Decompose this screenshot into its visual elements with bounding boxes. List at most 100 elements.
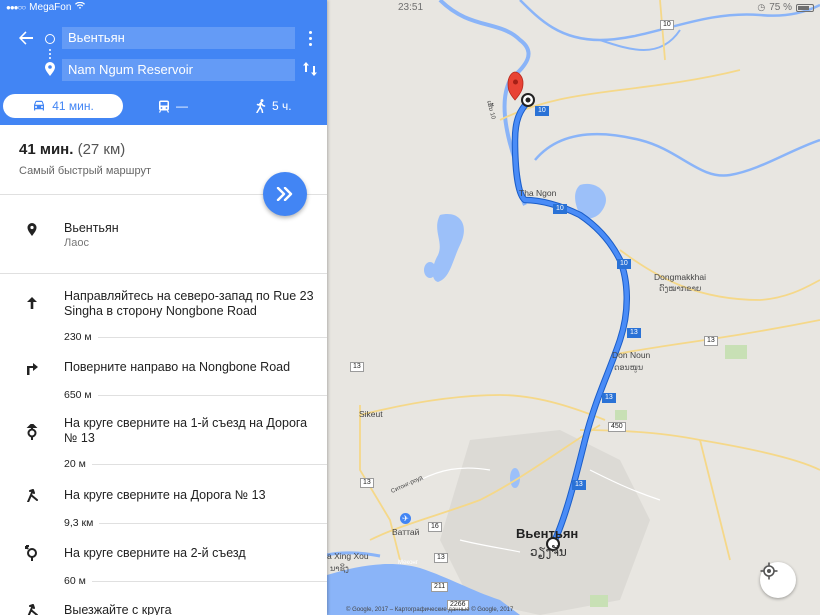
roundabout-icon <box>24 487 40 503</box>
carrier-info: ●●●○○ MegaFon <box>6 1 86 13</box>
alarm-icon: ◷ <box>757 2 766 12</box>
car-icon <box>34 100 45 111</box>
my-location-icon <box>760 562 778 580</box>
route-shield-10: 10 <box>553 204 567 214</box>
route-shield-13: 13 <box>360 478 374 488</box>
route-distance: (27 км) <box>77 141 126 158</box>
status-time: 23:51 <box>398 2 424 13</box>
park-area <box>590 595 608 607</box>
step-item[interactable]: Выезжайте с круга <box>0 602 327 615</box>
map-label-don-noun-lao: ດອນໜູນ <box>614 363 644 372</box>
route-shield-450: 450 <box>608 422 626 432</box>
back-arrow-icon <box>19 31 33 45</box>
map-attribution: © Google, 2017 – Картографические данные… <box>346 607 514 613</box>
step-text: На круге сверните на 1-й съезд на Дорога… <box>64 416 308 445</box>
map-label-vientiane: Вьентьян <box>516 526 579 541</box>
step-item[interactable]: На круге сверните на 1-й съезд на Дорога… <box>0 416 327 474</box>
pond-water <box>424 262 436 278</box>
step-distance-row: 230 м <box>64 331 327 345</box>
step-subtext: Лаос <box>64 237 89 249</box>
step-text: На круге сверните на 2-й съезд <box>64 546 246 560</box>
route-shield-10: 10 <box>660 20 674 30</box>
origin-input[interactable]: Вьентьян <box>62 27 295 49</box>
roundabout-second-exit-icon <box>24 545 40 561</box>
double-chevron-right-icon <box>276 187 293 201</box>
back-button[interactable] <box>18 30 40 48</box>
swap-icon <box>303 62 317 76</box>
carrier-name: MegaFon <box>29 2 72 13</box>
step-distance-row: 20 м <box>64 458 327 472</box>
route-shield-13: 13 <box>350 362 364 372</box>
step-item[interactable]: Поверните направо на Nongbone Road 650 м <box>0 358 327 408</box>
roundabout-exit-icon <box>24 602 40 615</box>
tab-walking[interactable]: 5 ч. <box>256 94 292 118</box>
route-shield-10: 10 <box>535 106 549 116</box>
tab-transit[interactable]: — <box>158 94 188 118</box>
map-label-dongmakkhai-lao: ດົງໝາກຂາຍ <box>659 284 702 293</box>
destination-pin-icon <box>44 62 56 81</box>
step-item[interactable]: На круге сверните на 2-й съезд 60 м <box>0 545 327 595</box>
arrow-up-icon <box>24 295 40 311</box>
route-shield-13: 13 <box>434 553 448 563</box>
turn-right-icon <box>24 360 40 376</box>
route-subtitle: Самый быстрый маршрут <box>19 165 151 177</box>
step-text: Направляйтесь на северо-запад по Rue 23 … <box>64 289 314 318</box>
map-label-xing-xou: a Xing Xou <box>327 551 369 561</box>
route-shield-13: 13 <box>627 328 641 338</box>
battery-level: 75 % <box>769 2 792 13</box>
directions-header: Вьентьян Nam Ngum Reservoir 41 мин. — 5 … <box>0 0 327 125</box>
swap-route-button[interactable] <box>303 61 317 80</box>
river <box>534 132 820 177</box>
park-area <box>725 345 747 359</box>
route-duration: 41 мин. <box>19 141 74 158</box>
route-shield-10: 10 <box>617 259 631 269</box>
step-origin[interactable]: Вьентьян Лаос <box>0 215 327 273</box>
directions-panel: Вьентьян Nam Ngum Reservoir 41 мин. — 5 … <box>0 0 327 615</box>
wifi-icon <box>75 1 86 13</box>
start-navigation-button[interactable] <box>263 172 307 216</box>
route-duration-line: 41 мин. (27 км) <box>19 141 125 158</box>
route-shield-13: 13 <box>572 480 586 490</box>
urban-area <box>440 430 650 615</box>
map-label-sikeut: Sikeut <box>359 409 383 419</box>
roundabout-first-exit-icon <box>24 424 40 440</box>
step-text: Вьентьян <box>64 221 119 235</box>
place-pin-icon <box>24 221 40 237</box>
battery-info: ◷ 75 % <box>757 2 814 13</box>
map-label-vientiane-lao: ວຽງຈັນ <box>530 545 567 559</box>
battery-icon <box>796 3 814 12</box>
route-shield-13: 13 <box>602 393 616 403</box>
step-item[interactable]: Направляйтесь на северо-запад по Rue 23 … <box>0 287 327 345</box>
step-distance: 60 м <box>64 575 92 587</box>
map-label-tha-ngon: Tha Ngon <box>519 188 557 198</box>
walk-icon <box>256 99 266 113</box>
step-distance: 9,3 км <box>64 517 100 529</box>
reservoir-water <box>432 214 464 282</box>
origin-circle-icon <box>45 34 55 44</box>
train-icon <box>158 100 170 113</box>
step-distance: 20 м <box>64 458 92 470</box>
step-distance: 650 м <box>64 389 98 401</box>
route-shield-16: 16 <box>428 522 442 532</box>
map-label-don-noun: Don Noun <box>612 350 651 360</box>
airport-icon: ✈ <box>400 513 411 524</box>
step-item[interactable]: На круге сверните на Дорога № 13 9,3 км <box>0 487 327 537</box>
map-label-vattai: Ваттай <box>392 527 420 537</box>
route-shield-211: 211 <box>431 582 449 592</box>
walking-time: 5 ч. <box>272 99 292 113</box>
transit-time: — <box>176 99 188 113</box>
signal-strength-icon: ●●●○○ <box>6 3 26 12</box>
route-shield-13: 13 <box>704 336 718 346</box>
driving-time: 41 мин. <box>52 99 94 113</box>
destination-pin-icon <box>507 71 524 101</box>
map-label-dongmakkhai: Dongmakkhai <box>654 272 706 282</box>
my-location-button[interactable] <box>760 562 796 598</box>
map-label-mekong: Меконг <box>398 560 418 566</box>
travel-mode-tabs: 41 мин. — 5 ч. <box>0 94 327 118</box>
tab-driving[interactable]: 41 мин. <box>3 94 123 118</box>
more-options-button[interactable] <box>305 30 315 48</box>
park-area <box>615 410 627 420</box>
step-distance: 230 м <box>64 331 98 343</box>
destination-input[interactable]: Nam Ngum Reservoir <box>62 59 295 81</box>
step-distance-row: 9,3 км <box>64 517 327 531</box>
